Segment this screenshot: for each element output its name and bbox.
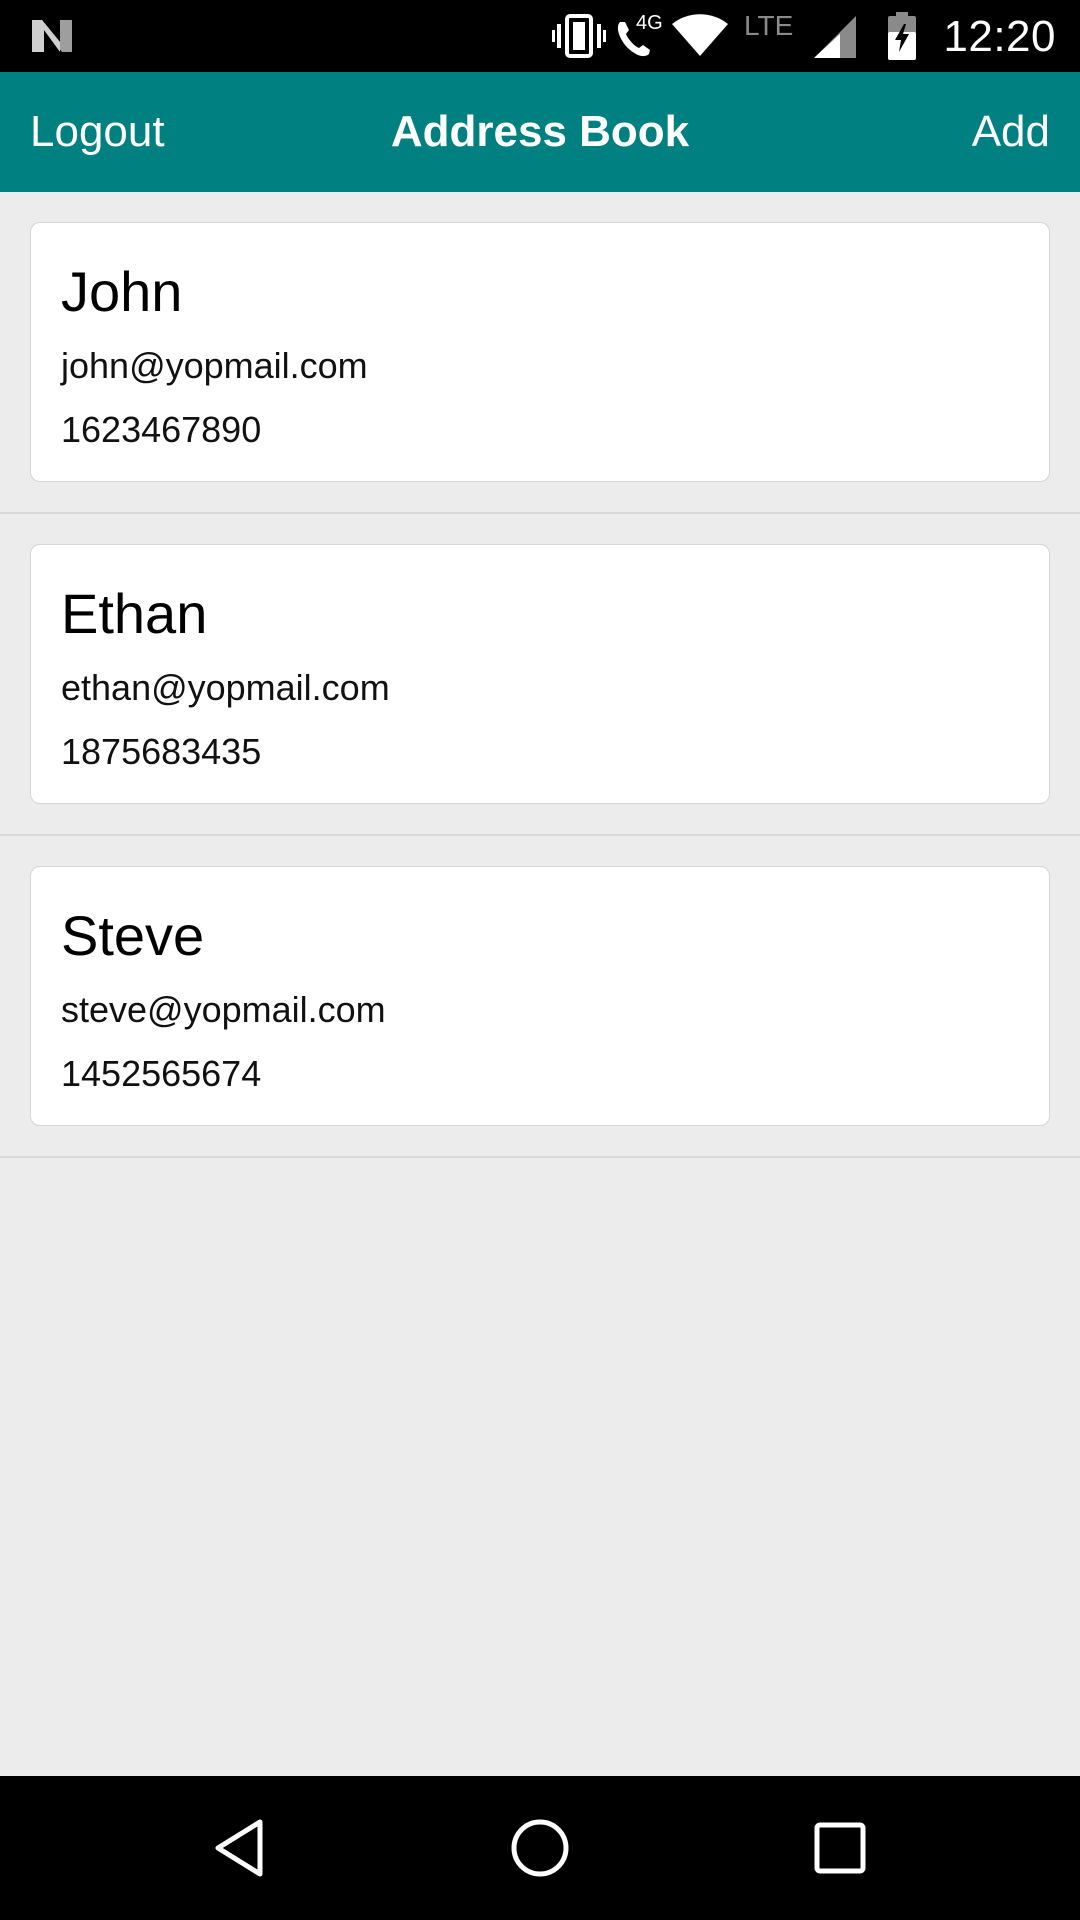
signal-icon — [814, 16, 856, 58]
status-bar: 4G LTE 12:20 — [0, 0, 1080, 72]
list-item: Ethan ethan@yopmail.com 1875683435 — [0, 514, 1080, 836]
app-bar: Logout Address Book Add — [0, 72, 1080, 192]
contact-list: John john@yopmail.com 1623467890 Ethan e… — [0, 192, 1080, 1158]
contact-card[interactable]: Ethan ethan@yopmail.com 1875683435 — [30, 544, 1050, 804]
n-logo-icon — [32, 20, 72, 52]
back-icon[interactable] — [204, 1812, 276, 1884]
contact-name: John — [61, 260, 183, 323]
contact-email: steve@yopmail.com — [61, 989, 386, 1030]
contact-name: Steve — [61, 904, 205, 967]
lte-label: LTE — [744, 10, 794, 41]
add-button[interactable]: Add — [972, 72, 1050, 192]
contact-card[interactable]: John john@yopmail.com 1623467890 — [30, 222, 1050, 482]
list-item: John john@yopmail.com 1623467890 — [0, 192, 1080, 514]
logout-button[interactable]: Logout — [30, 72, 165, 192]
screen: 4G LTE 12:20 Logout Address Book Add Joh… — [0, 0, 1080, 1920]
list-item: Steve steve@yopmail.com 1452565674 — [0, 836, 1080, 1158]
contact-card[interactable]: Steve steve@yopmail.com 1452565674 — [30, 866, 1050, 1126]
home-icon[interactable] — [504, 1812, 576, 1884]
battery-charging-icon — [888, 12, 916, 60]
recents-icon[interactable] — [804, 1812, 876, 1884]
contact-phone: 1875683435 — [61, 731, 262, 772]
navigation-bar — [0, 1776, 1080, 1920]
vibrate-icon — [552, 14, 606, 58]
contact-phone: 1623467890 — [61, 409, 262, 450]
clock: 12:20 — [943, 12, 1056, 61]
contact-email: john@yopmail.com — [61, 345, 368, 386]
network-type-label: 4G — [636, 12, 663, 34]
contact-email: ethan@yopmail.com — [61, 667, 390, 708]
contact-name: Ethan — [61, 582, 208, 645]
wifi-icon — [672, 14, 728, 56]
contact-phone: 1452565674 — [61, 1053, 262, 1094]
